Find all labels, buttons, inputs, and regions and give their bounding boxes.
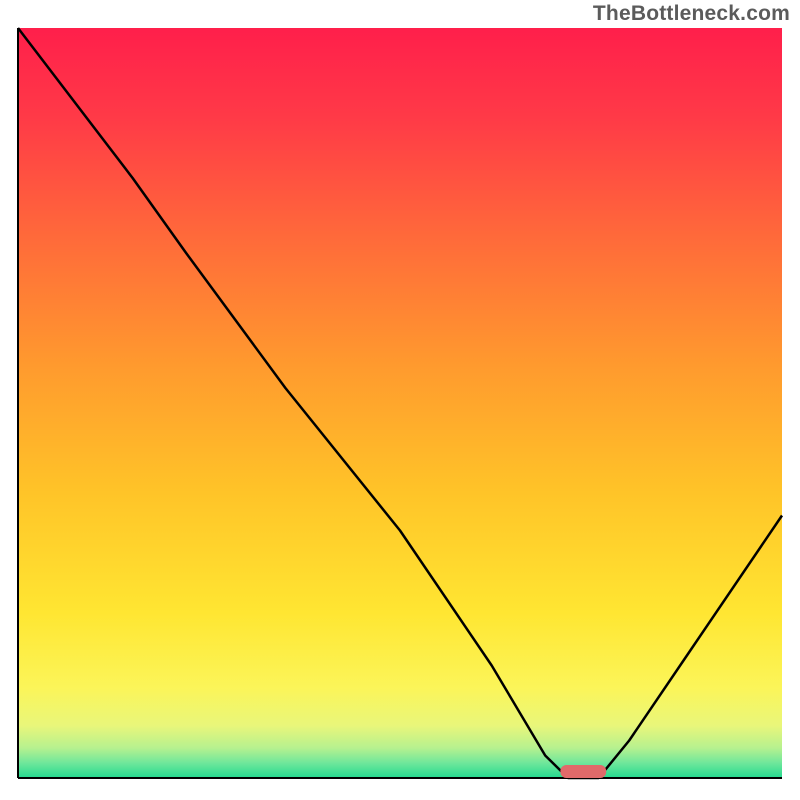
- optimal-marker: [560, 765, 606, 778]
- gradient-background: [18, 28, 782, 778]
- bottleneck-curve-chart: [0, 0, 800, 800]
- chart-container: TheBottleneck.com: [0, 0, 800, 800]
